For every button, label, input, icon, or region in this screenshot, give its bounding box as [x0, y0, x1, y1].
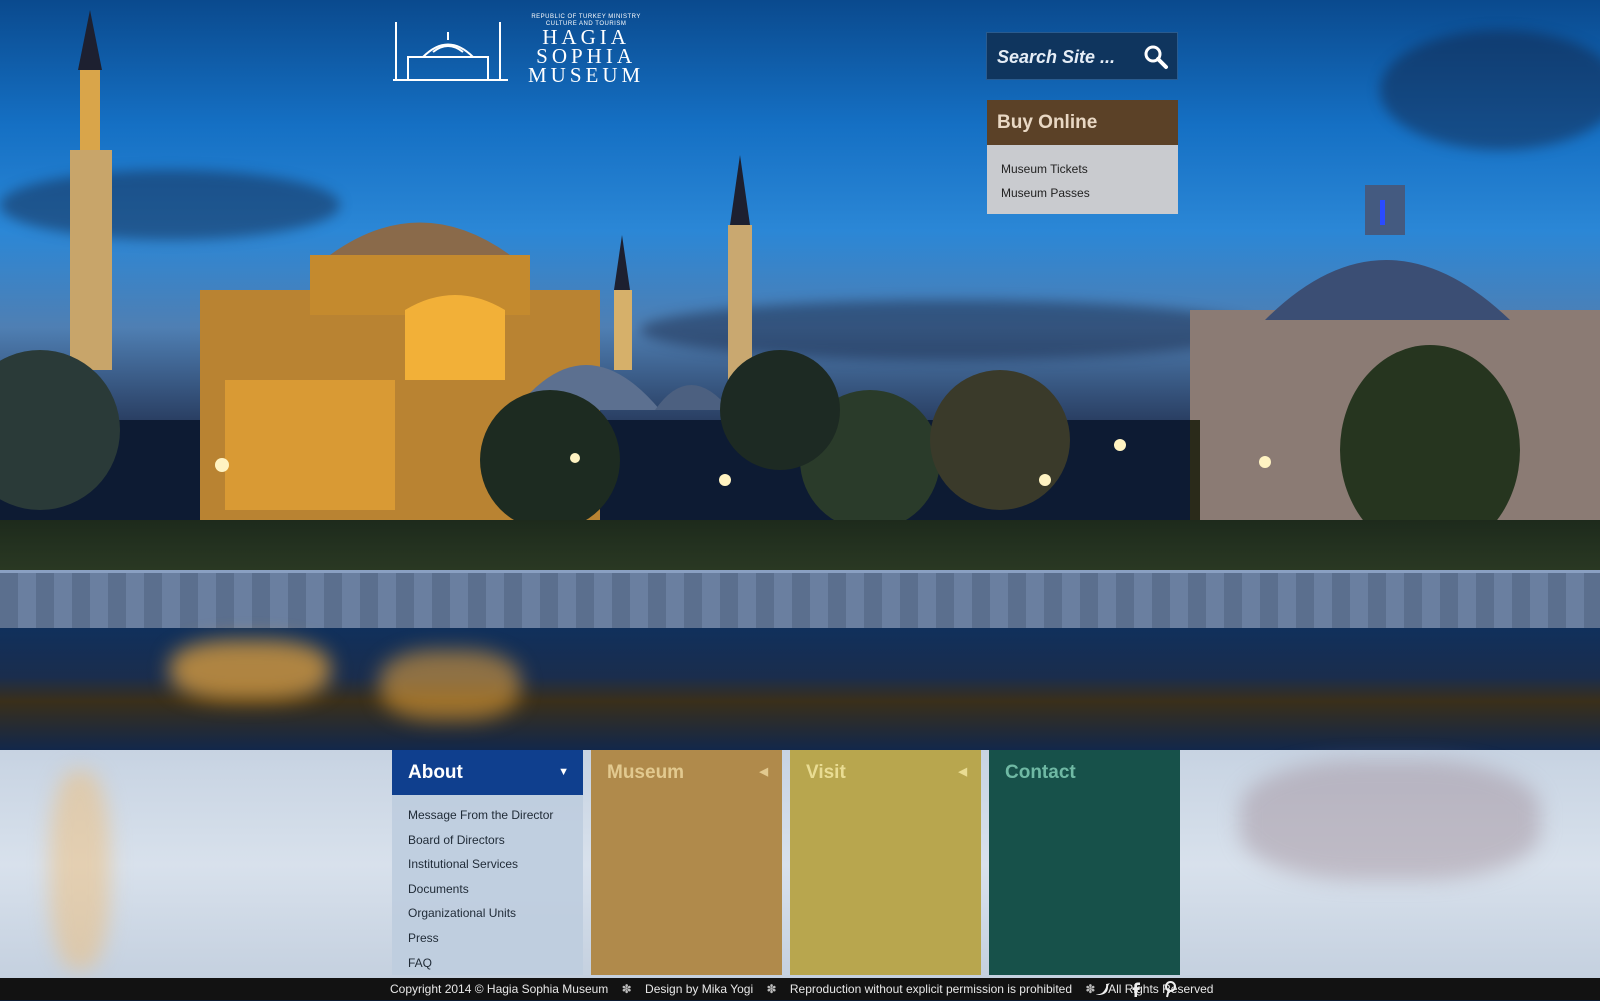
twitter-icon[interactable]	[1094, 980, 1112, 998]
about-item-services[interactable]: Institutional Services	[392, 852, 583, 877]
visit-menu-label: Visit	[806, 762, 846, 783]
search-box	[986, 32, 1178, 80]
museum-menu-header[interactable]: Museum ◀	[591, 750, 782, 795]
about-menu-header[interactable]: About ▼	[392, 750, 583, 795]
about-menu: About ▼ Message From the Director Board …	[392, 750, 583, 975]
visit-menu-header[interactable]: Visit ◀	[790, 750, 981, 795]
contact-menu-header[interactable]: Contact	[989, 750, 1180, 795]
about-item-faq[interactable]: FAQ	[392, 951, 583, 976]
visit-menu: Visit ◀	[790, 750, 981, 975]
hagia-sophia-silhouette	[0, 10, 1600, 555]
design-credit: Design by Mika Yogi	[645, 982, 754, 996]
reflection-glow	[170, 640, 330, 700]
hagia-sophia-logo-icon	[393, 22, 508, 81]
search-input[interactable]	[995, 43, 1139, 71]
contact-menu-label: Contact	[1005, 762, 1076, 783]
caret-left-icon: ◀	[958, 766, 967, 778]
fountain-wall	[0, 570, 1600, 633]
footer: Copyright 2014 © Hagia Sophia Museum ✽ D…	[0, 978, 1600, 1000]
social-links	[1094, 980, 1191, 1001]
contact-menu: Contact	[989, 750, 1180, 975]
buy-online-panel: Buy Online Museum Tickets Museum Passes	[987, 100, 1178, 214]
buy-online-title[interactable]: Buy Online	[987, 100, 1178, 145]
museum-passes-link[interactable]: Museum Passes	[987, 181, 1178, 205]
caret-down-icon: ▼	[558, 766, 569, 778]
logo-name-line: MUSEUM	[528, 63, 645, 87]
logo-text: REPUBLIC OF TURKEY MINISTRY CULTURE AND …	[528, 14, 645, 87]
reflection-glow	[50, 770, 110, 970]
about-item-documents[interactable]: Documents	[392, 877, 583, 902]
about-item-units[interactable]: Organizational Units	[392, 901, 583, 926]
ministry-line: REPUBLIC OF TURKEY MINISTRY	[531, 14, 641, 20]
about-item-press[interactable]: Press	[392, 926, 583, 951]
pinterest-icon[interactable]	[1161, 980, 1179, 998]
buy-online-links: Museum Tickets Museum Passes	[987, 145, 1178, 214]
facebook-icon[interactable]	[1127, 980, 1145, 998]
flower-separator-icon: ✽	[621, 982, 632, 996]
reproduction-notice: Reproduction without explicit permission…	[789, 982, 1073, 996]
flower-separator-icon: ✽	[766, 982, 777, 996]
about-item-director-message[interactable]: Message From the Director	[392, 803, 583, 828]
about-item-board[interactable]: Board of Directors	[392, 828, 583, 853]
museum-menu-label: Museum	[607, 762, 685, 783]
reflection-glow	[380, 650, 520, 720]
reflection-glow	[1240, 760, 1540, 880]
about-menu-label: About	[408, 762, 463, 783]
museum-tickets-link[interactable]: Museum Tickets	[987, 157, 1178, 181]
caret-left-icon: ◀	[759, 766, 768, 778]
site-logo[interactable]: REPUBLIC OF TURKEY MINISTRY CULTURE AND …	[388, 12, 640, 87]
museum-menu: Museum ◀	[591, 750, 782, 975]
copyright-text: Copyright 2014 © Hagia Sophia Museum	[390, 982, 609, 996]
search-icon[interactable]	[1143, 44, 1169, 70]
about-menu-list: Message From the Director Board of Direc…	[392, 795, 583, 975]
